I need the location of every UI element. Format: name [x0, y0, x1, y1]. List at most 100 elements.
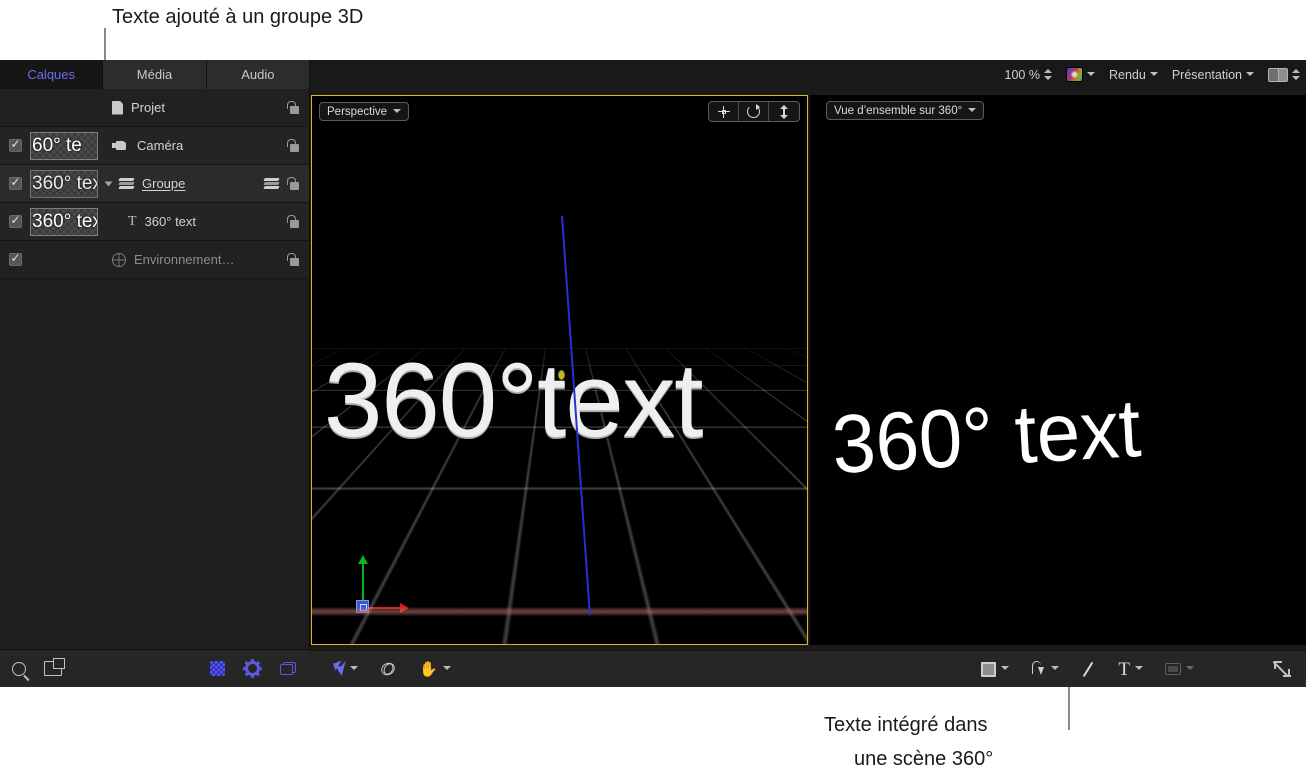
new-group-icon[interactable]: [44, 658, 65, 676]
layer-thumbnail: 360° text: [30, 207, 98, 236]
layers-bottom-toolbar: [0, 649, 310, 687]
tab-audio[interactable]: Audio: [206, 60, 310, 89]
updown-tool-icon: [779, 104, 789, 119]
anchor-point-icon: [558, 370, 565, 380]
layer-checkbox-cell: [0, 137, 30, 152]
layer-row-camera[interactable]: 60° te Caméra: [0, 127, 309, 165]
layer-row-360-text[interactable]: 360° text T 360° text: [0, 203, 309, 241]
gizmo-origin-handle[interactable]: [356, 600, 369, 613]
checkerboard-icon[interactable]: [210, 661, 225, 676]
environment-icon: [112, 252, 126, 267]
mask-tool[interactable]: [1165, 663, 1194, 675]
motion-app-window: Calques Média Audio 100 % Rendu Présenta…: [0, 60, 1306, 687]
lock-open-icon[interactable]: [286, 177, 299, 190]
select-tool[interactable]: [334, 662, 358, 677]
layer-thumbnail: 360° tex: [30, 169, 98, 198]
layer-row-actions: [286, 139, 309, 152]
color-profile-selector[interactable]: [1065, 67, 1095, 82]
group-stack-icon[interactable]: [263, 177, 280, 190]
panel-tabs: Calques Média Audio: [0, 60, 310, 89]
view-360-label: Vue d’ensemble sur 360°: [834, 104, 963, 117]
layer-thumbnail-text: 360° tex: [32, 172, 98, 194]
layer-name-label: Caméra: [137, 138, 184, 153]
canvas-toolbar-shapes: T: [981, 660, 1194, 679]
tab-calques[interactable]: Calques: [0, 60, 104, 89]
lock-open-icon[interactable]: [286, 139, 299, 152]
search-icon[interactable]: [12, 661, 26, 676]
layer-thumbnail-text: 360° text: [32, 210, 97, 232]
fullscreen-expand-icon[interactable]: [1274, 661, 1291, 677]
camera-icon: [112, 140, 129, 151]
tab-media[interactable]: Média: [103, 60, 207, 89]
presentation-menu-label: Présentation: [1171, 67, 1242, 82]
perspective-camera-dropdown[interactable]: Perspective: [319, 102, 410, 121]
chevron-down-icon: [350, 665, 358, 673]
presentation-menu[interactable]: Présentation: [1172, 68, 1254, 82]
duplicate-icon[interactable]: [280, 662, 296, 675]
text-tool[interactable]: T: [1118, 660, 1143, 679]
camera-tool-buttons: [708, 101, 800, 122]
select-arrow-icon: [334, 662, 345, 677]
gear-icon[interactable]: [243, 659, 262, 678]
gizmo-y-axis-arrow[interactable]: [357, 555, 369, 603]
view-360-dropdown[interactable]: Vue d’ensemble sur 360°: [826, 101, 985, 120]
layer-visibility-checkbox[interactable]: [8, 213, 22, 228]
camera-orbit-button[interactable]: [739, 102, 769, 121]
disclosure-triangle-icon[interactable]: [104, 181, 113, 186]
shape-tool[interactable]: [981, 661, 1010, 677]
render-menu[interactable]: Rendu: [1109, 68, 1158, 82]
layers-toolbar-left: [0, 658, 65, 676]
layer-row-projet[interactable]: Projet: [0, 89, 309, 127]
layers-panel: Projet 60° te Caméra: [0, 89, 310, 687]
annotation-bottom-text-line1: Texte intégré dans: [824, 714, 988, 736]
canvas-toolbar-left: ✋: [310, 659, 451, 678]
paint-stroke-icon: [1081, 662, 1096, 677]
layer-name-cell: T 360° text: [128, 214, 286, 229]
lock-open-icon[interactable]: [286, 253, 299, 266]
layer-name-cell: Caméra: [112, 138, 286, 153]
zoom-level-stepper[interactable]: 100 %: [1005, 68, 1052, 82]
layer-name-label: Groupe: [142, 176, 186, 191]
chevron-updown-icon: [1043, 68, 1052, 81]
chevron-down-icon: [1149, 71, 1158, 79]
pen-icon: [1031, 661, 1046, 677]
lock-open-icon[interactable]: [286, 101, 299, 114]
canvas-bottom-toolbar: ✋ T: [310, 650, 1306, 687]
camera-pan-button[interactable]: [709, 102, 739, 121]
layer-row-actions: [286, 253, 309, 266]
chevron-down-icon: [1086, 71, 1095, 79]
pen-tool[interactable]: [1031, 661, 1060, 677]
layer-visibility-checkbox[interactable]: [8, 251, 22, 266]
tab-calques-label: Calques: [27, 67, 76, 82]
mask-icon: [1165, 663, 1181, 675]
layer-name-label: Environnement…: [134, 252, 235, 267]
canvas-area: 360°text Perspective 360° text Vue d’ens…: [310, 89, 1306, 687]
layer-thumbnail: 60° te: [30, 131, 98, 160]
chevron-updown-icon: [1292, 68, 1300, 81]
layer-visibility-checkbox[interactable]: [8, 137, 22, 152]
annotation-bottom-text-line2: une scène 360°: [854, 748, 994, 770]
chevron-down-icon: [393, 108, 402, 116]
viewport-3d-text: 360°text: [324, 342, 703, 459]
viewport-perspective[interactable]: 360°text Perspective: [311, 95, 808, 645]
orbit-tool[interactable]: [379, 659, 397, 678]
toolbar-right-controls: 100 % Rendu Présentation: [1005, 60, 1300, 89]
shape-rect-icon: [981, 661, 997, 677]
text-icon: T: [128, 214, 137, 229]
layer-thumbnail-text: 60° te: [32, 134, 82, 156]
viewport-360-text: 360° text: [829, 380, 1144, 492]
gizmo-x-axis-arrow[interactable]: [369, 602, 409, 614]
render-menu-label: Rendu: [1108, 67, 1146, 82]
pan-tool[interactable]: ✋: [419, 662, 451, 677]
layer-visibility-checkbox[interactable]: [8, 175, 22, 190]
layer-row-environnement[interactable]: Environnement…: [0, 241, 309, 279]
split-view-selector[interactable]: [1268, 67, 1300, 82]
lock-open-icon[interactable]: [286, 215, 299, 228]
paint-stroke-tool[interactable]: [1081, 662, 1096, 677]
layer-checkbox-cell: [0, 175, 30, 190]
layer-name-label: 360° text: [144, 214, 197, 229]
layer-row-groupe[interactable]: 360° tex Groupe: [0, 165, 309, 203]
viewport-360-overview[interactable]: 360° text Vue d’ensemble sur 360°: [810, 95, 1306, 645]
layer-checkbox-cell: [0, 251, 30, 266]
camera-dolly-button[interactable]: [769, 102, 799, 121]
